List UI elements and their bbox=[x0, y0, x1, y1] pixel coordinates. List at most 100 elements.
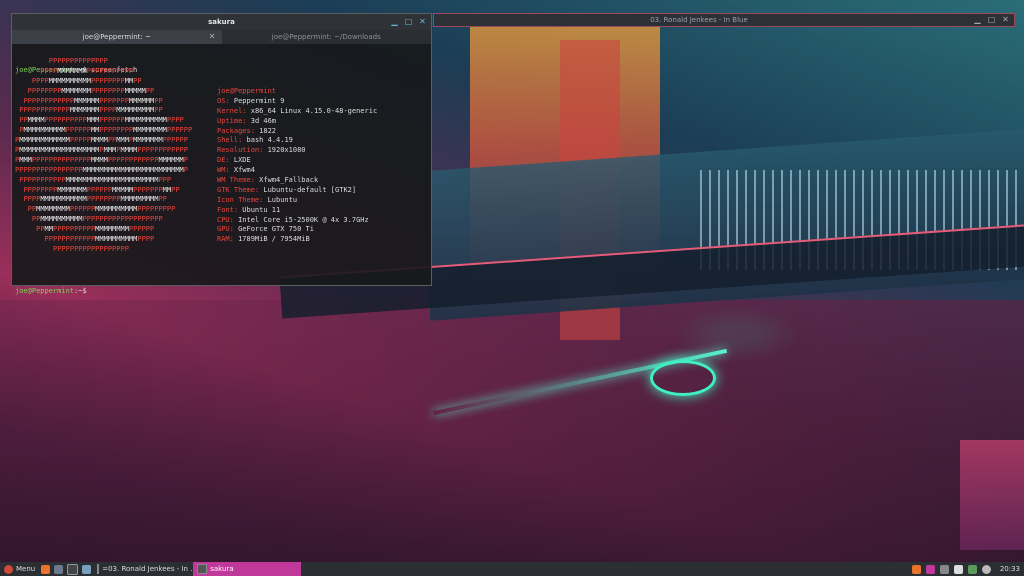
menu-label: Menu bbox=[16, 565, 36, 573]
info-key: WM Theme: bbox=[217, 176, 255, 185]
minimize-icon[interactable]: ▁ bbox=[973, 15, 982, 24]
wallpaper-railing bbox=[700, 170, 1024, 270]
info-key: Resolution: bbox=[217, 146, 264, 155]
terminal-icon[interactable] bbox=[67, 563, 79, 575]
terminal-window[interactable]: sakura ▁ □ ✕ joe@Peppermint: ~ ✕ joe@Pep… bbox=[11, 13, 432, 295]
clock[interactable]: 20:33 bbox=[1000, 565, 1020, 573]
info-value: 1789MiB / 7954MiB bbox=[233, 235, 310, 244]
info-key: CPU: bbox=[217, 215, 234, 224]
logo-line: PPMMPPPPPPPPPPMMMMMMMMPPPPPP bbox=[36, 225, 155, 234]
logo-line: PPMMMMPPPPPPPPPPMMMPPPPPPMMMMMMMMMMPPPP bbox=[19, 116, 184, 125]
tab-home[interactable]: joe@Peppermint: ~ ✕ bbox=[12, 30, 222, 44]
music-player-window[interactable]: 03. Ronald Jenkees - In Blue ▁ □ ✕ bbox=[433, 13, 1015, 27]
task-music-player[interactable]: =03. Ronald Jenkees - In ... bbox=[93, 562, 193, 576]
info-value: Lubuntu bbox=[263, 195, 298, 204]
info-value: 3d 46m bbox=[246, 116, 277, 125]
logo-line: PPPPPPPPMMMMMMMPPPPPPMMMMMPPPPPPPMMPP bbox=[23, 185, 180, 194]
info-key: Uptime: bbox=[217, 116, 247, 125]
info-line: Resolution: 1920x1080 bbox=[217, 146, 377, 156]
tab-label: joe@Peppermint: ~/Downloads bbox=[271, 33, 381, 41]
firefox-icon[interactable] bbox=[911, 564, 921, 574]
info-key: Packages: bbox=[217, 126, 255, 135]
info-line: Font: Ubuntu 11 bbox=[217, 206, 377, 216]
shield-icon[interactable] bbox=[953, 564, 963, 574]
info-value: GeForce GTX 750 Ti bbox=[233, 225, 314, 234]
info-value: Intel Core i5-2500K @ 4x 3.7GHz bbox=[233, 215, 369, 224]
wallpaper-light-streak bbox=[432, 348, 728, 416]
logo-line: PPPPMMMMMMMMMMMPPPPPPPPMMMMMMMMMPP bbox=[23, 195, 167, 204]
maximize-icon[interactable]: □ bbox=[987, 15, 996, 24]
logo-line: PPPPPPPPPPPPPPPPPP bbox=[52, 244, 129, 253]
info-line: Shell: bash 4.4.19 bbox=[217, 136, 377, 146]
info-line: WM: Xfwm4 bbox=[217, 166, 377, 176]
volume-icon[interactable] bbox=[981, 564, 991, 574]
info-line: Uptime: 3d 46m bbox=[217, 117, 377, 127]
peppermint-icon bbox=[4, 564, 13, 574]
logo-line: PPPPPPPPPPPPPP bbox=[48, 57, 108, 65]
wallpaper-tower bbox=[560, 40, 620, 340]
info-key: Font: bbox=[217, 205, 239, 214]
prompt-path: :~$ bbox=[74, 287, 87, 295]
terminal-icon bbox=[197, 564, 208, 574]
info-key: GPU: bbox=[217, 225, 234, 234]
close-icon[interactable]: ✕ bbox=[1001, 15, 1010, 24]
tab-downloads[interactable]: joe@Peppermint: ~/Downloads bbox=[222, 30, 432, 44]
minimize-icon[interactable]: ▁ bbox=[390, 17, 399, 26]
task-label: sakura bbox=[210, 565, 234, 573]
logo-line: PMMMMMMMMMMMMPPPPPMMMMPPMMMPMMMMMMMPPPPP… bbox=[15, 136, 188, 145]
firefox-icon[interactable] bbox=[41, 564, 51, 574]
network-icon[interactable] bbox=[939, 564, 949, 574]
info-key: joe@Peppermint bbox=[217, 87, 277, 95]
info-line: GPU: GeForce GTX 750 Ti bbox=[217, 225, 377, 235]
info-value: x86_64 Linux 4.15.0-48-generic bbox=[246, 106, 378, 115]
wallpaper-bike bbox=[650, 360, 716, 396]
info-value: 1920x1080 bbox=[263, 146, 306, 155]
info-value: 1822 bbox=[254, 126, 277, 135]
app-indicator-icon[interactable] bbox=[925, 564, 935, 574]
task-sakura[interactable]: sakura bbox=[193, 562, 302, 576]
logo-line: PMMMMMMMMMMMMMMMMMMMPMMMPMMMMPPPPPPPPPPP… bbox=[15, 146, 188, 155]
logo-line: PPPPPPPPPPPPMMMMMMMMMMPPPP bbox=[44, 235, 155, 244]
info-key: DE: bbox=[217, 156, 230, 165]
logo-line: PPPPMMMMMMMMMMPPPPPPPPMMPP bbox=[31, 76, 142, 85]
info-line: DE: LXDE bbox=[217, 156, 377, 166]
info-line: CPU: Intel Core i5-2500K @ 4x 3.7GHz bbox=[217, 216, 377, 226]
info-value: Xfwm4 bbox=[229, 166, 255, 175]
window-title: sakura bbox=[208, 18, 235, 26]
info-line: WM Theme: Xfwm4_Fallback bbox=[217, 176, 377, 186]
menu-button[interactable]: Menu bbox=[0, 562, 39, 576]
info-line: GTK Theme: Lubuntu-default [GTK2] bbox=[217, 186, 377, 196]
update-icon[interactable] bbox=[967, 564, 977, 574]
file-manager-icon[interactable] bbox=[54, 564, 64, 574]
info-key: Shell: bbox=[217, 136, 243, 145]
task-label: =03. Ronald Jenkees - In ... bbox=[102, 565, 194, 573]
info-value: Lubuntu-default [GTK2] bbox=[259, 185, 357, 194]
info-key: GTK Theme: bbox=[217, 185, 260, 194]
close-icon[interactable]: ✕ bbox=[418, 17, 427, 26]
wallpaper-bridge bbox=[430, 129, 1024, 321]
maximize-icon[interactable]: □ bbox=[404, 17, 413, 26]
distro-logo: PPPPPPPPPPPPPP PPPPMMMMMMMPPPPPPPPPPP PP… bbox=[15, 57, 192, 255]
terminal-output[interactable]: joe@Peppermint:~$ screenfetch PPPPPPPPPP… bbox=[12, 44, 431, 295]
info-key: RAM: bbox=[217, 235, 234, 244]
logo-line: PPPPPPPPPPPPMMMMMMPPPPPPPMMMMMMPP bbox=[23, 96, 163, 105]
logo-line: PPPPPPPPPPPMMMMMMMMMMMMMMMMMMMMMMPPP bbox=[19, 175, 172, 184]
info-line: Kernel: x86_64 Linux 4.15.0-48-generic bbox=[217, 107, 377, 117]
prompt-user: joe@Peppermint bbox=[15, 287, 75, 295]
prompt-line: joe@Peppermint:~$ bbox=[15, 287, 87, 297]
wallpaper-tower bbox=[470, 20, 660, 300]
info-line: Icon Theme: Lubuntu bbox=[217, 196, 377, 206]
show-desktop-icon[interactable] bbox=[82, 564, 92, 574]
info-line: OS: Peppermint 9 bbox=[217, 97, 377, 107]
taskbar: Menu =03. Ronald Jenkees - In ... sakura… bbox=[0, 562, 1024, 576]
terminal-titlebar[interactable]: sakura ▁ □ ✕ bbox=[12, 14, 431, 30]
wallpaper-floor bbox=[0, 300, 1024, 565]
terminal-tabs: joe@Peppermint: ~ ✕ joe@Peppermint: ~/Do… bbox=[12, 30, 431, 44]
close-tab-icon[interactable]: ✕ bbox=[209, 30, 216, 44]
logo-line: PPPPPPPPPPPPPPPPMMMMMMMMMMMMMMMMMMMMMMMM… bbox=[15, 165, 188, 174]
info-key: Icon Theme: bbox=[217, 195, 264, 204]
info-value: Ubuntu 11 bbox=[238, 205, 281, 214]
logo-line: PPPPPPPPPPPPMMMMMMMPPPPMMMMMMMMMPP bbox=[19, 106, 163, 115]
system-tray: 20:33 bbox=[911, 564, 1024, 574]
logo-line: PPMMMMMMMMPPPPPPMMMMMMMMMMPPPPPPPPP bbox=[27, 205, 176, 214]
